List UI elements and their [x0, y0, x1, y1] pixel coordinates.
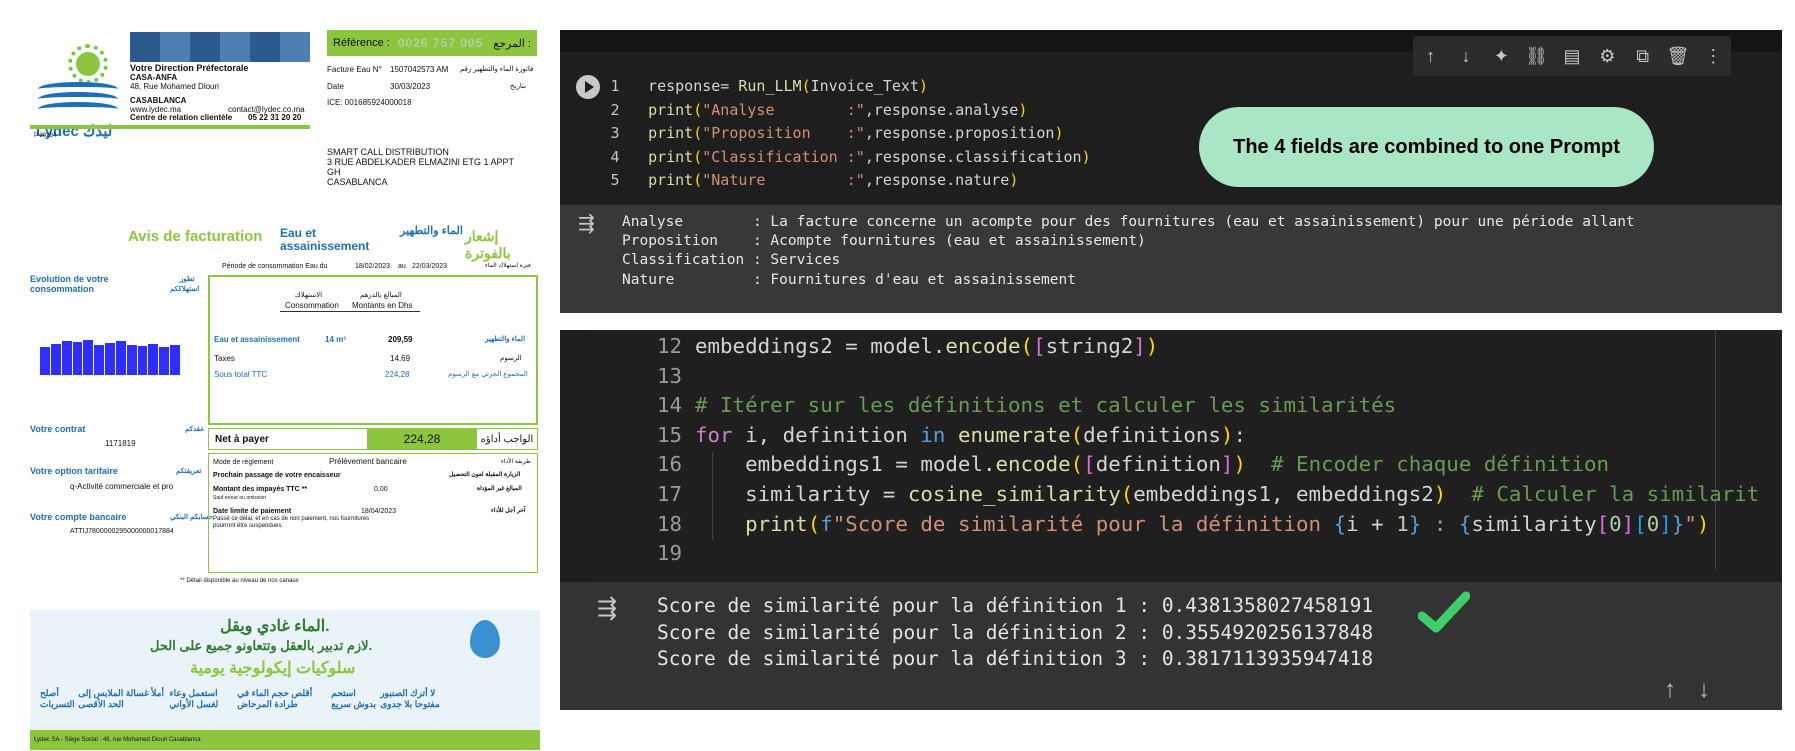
- payment-details: Mode de règlement Prélèvement bancaire ط…: [208, 453, 538, 573]
- arrow-down-icon[interactable]: ↓: [1698, 676, 1710, 704]
- notebook-cell-similarity: 12 embeddings2 = model.encode([string2]) …: [560, 330, 1782, 710]
- link-icon[interactable]: ⛓: [1524, 46, 1550, 67]
- annotation-bubble: The 4 fields are combined to one Prompt: [1199, 107, 1654, 187]
- facture-number: 1507042573 AM: [390, 65, 449, 74]
- bank-account: ATTIJ7800000295000000017884: [70, 528, 174, 535]
- direction-title: Votre Direction Préfectorale: [130, 63, 249, 73]
- eco-promo-banner: الماء غادي ويقل. لازم تدبير بالعقل وتتعا…: [30, 610, 540, 730]
- avis-title-ar: إشعار بالفوترة: [465, 228, 511, 261]
- run-cell-button[interactable]: [576, 75, 600, 99]
- payment-deadline: 18/04/2023: [361, 508, 397, 515]
- output-toggle-icon[interactable]: ⇶: [578, 211, 595, 236]
- cell-output: ⇶ Analyse : La facture concerne un acomp…: [560, 205, 1782, 313]
- ice-number: ICE: 001685924000018: [327, 98, 412, 107]
- check-icon: [1418, 591, 1470, 633]
- arrow-up-icon[interactable]: ↑: [1418, 46, 1444, 67]
- consumption-table: الاستهلاك Consommation المبالغ بالدرهم M…: [208, 275, 538, 425]
- period-to: 22/03/2023: [412, 263, 448, 270]
- lydec-logo: Lydec ليدك: [36, 44, 122, 140]
- consumption-bar-chart: [40, 335, 180, 375]
- net-a-payer: Net à payer 224,28 الواجب أداؤه: [208, 428, 538, 450]
- net-amount: 224,28: [367, 429, 477, 449]
- header-photos: [130, 32, 310, 62]
- direction-name: CASA-ANFA: [130, 73, 178, 82]
- water-drop-icon: [470, 620, 500, 658]
- arrow-down-icon[interactable]: ↓: [1453, 46, 1479, 67]
- period-from: 18/02/2023: [355, 263, 391, 270]
- recipient-name: SMART CALL DISTRIBUTION: [327, 147, 449, 157]
- comment-icon[interactable]: ▤: [1559, 46, 1585, 67]
- cell-output: ⇶ Score de similarité pour la définition…: [560, 582, 1782, 710]
- reference-number: 0026 757 005: [397, 36, 484, 50]
- arrow-up-icon[interactable]: ↑: [1664, 676, 1676, 704]
- gear-icon[interactable]: ⚙: [1594, 46, 1620, 67]
- mirror-cell-icon[interactable]: ⧉: [1630, 46, 1656, 67]
- invoice-date: 30/03/2023: [390, 82, 431, 91]
- more-vert-icon[interactable]: ⋮: [1700, 46, 1726, 67]
- code-editor[interactable]: 12 embeddings2 = model.encode([string2]) …: [620, 332, 1759, 569]
- scroll-arrows: ↑ ↓: [1664, 676, 1710, 704]
- trash-icon[interactable]: 🗑: [1665, 46, 1691, 67]
- avis-title: Avis de facturation: [128, 228, 263, 245]
- sparkle-icon[interactable]: ✦: [1488, 46, 1514, 67]
- notebook-cell-llm: ↑ ↓ ✦ ⛓ ▤ ⚙ ⧉ 🗑 ⋮ 1 response= Run_LLM(In…: [560, 30, 1782, 313]
- direction-city: CASABLANCA: [130, 96, 187, 105]
- invoice-document: Lydec ليدك Votre Direction Préfectorale …: [30, 30, 540, 750]
- direction-address: 48, Rue Mohamed Diouri: [130, 82, 219, 91]
- client-center-label: Centre de relation clientèle: [130, 113, 233, 122]
- client-center-phone: 05 22 31 20 20: [248, 113, 302, 122]
- avis-subtitle: Eau et assainissement: [280, 226, 370, 253]
- reference-box: Référence : 0026 757 005 المرجع :: [327, 30, 537, 56]
- output-toggle-icon[interactable]: ⇶: [597, 594, 617, 623]
- cell-toolbar: ↑ ↓ ✦ ⛓ ▤ ⚙ ⧉ 🗑 ⋮: [1413, 36, 1731, 76]
- footer-bar: Lydec SA - Siège Social : 48, rue Mohame…: [30, 730, 540, 750]
- contract-number: 1171819: [105, 439, 136, 448]
- code-editor[interactable]: 1 response= Run_LLM(Invoice_Text) 2 prin…: [600, 75, 1090, 193]
- doc-code: P 20284: [34, 133, 57, 139]
